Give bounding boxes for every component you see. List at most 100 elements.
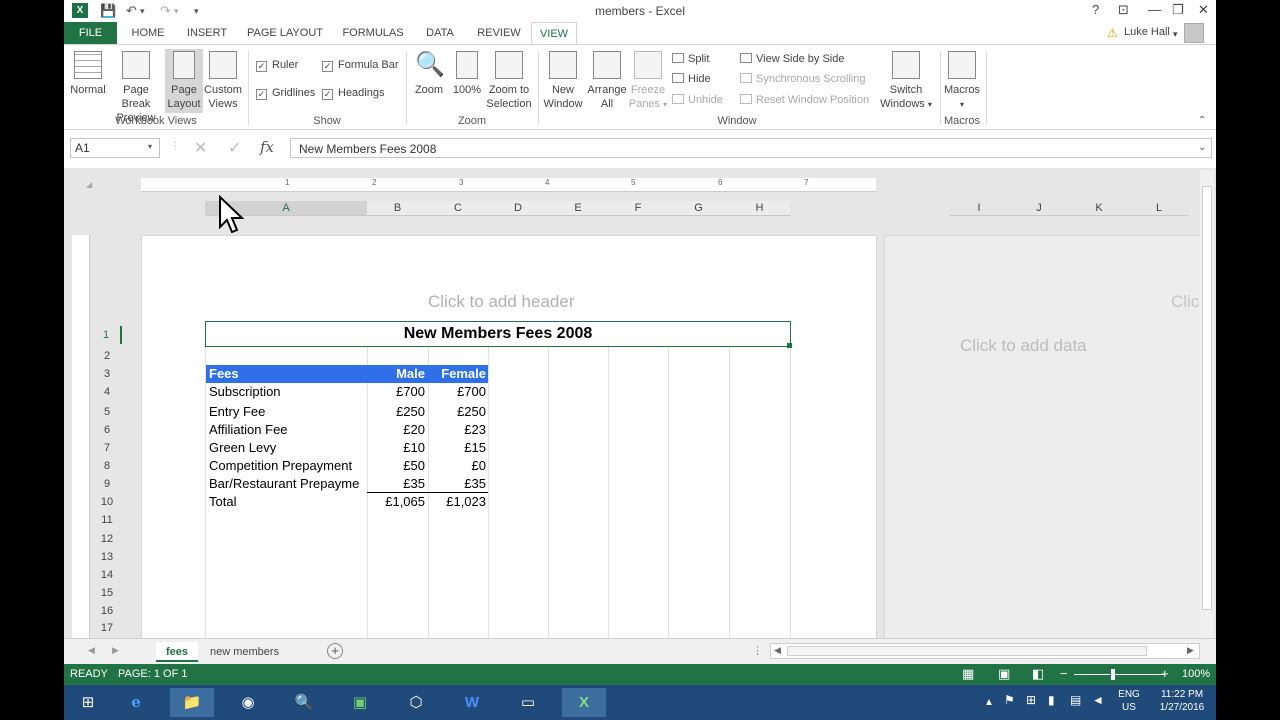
- sheet-tab-fees[interactable]: fees: [156, 642, 199, 662]
- female-fee-cell[interactable]: £15: [428, 439, 486, 457]
- language-indicator[interactable]: ENG US: [1114, 688, 1144, 714]
- scroll-right-icon[interactable]: ▶: [1187, 645, 1194, 656]
- next-sheet-icon[interactable]: ▶: [112, 645, 119, 656]
- macros-button[interactable]: Macros ▾: [942, 51, 982, 113]
- arrange-all-button[interactable]: Arrange All: [584, 51, 630, 113]
- avatar[interactable]: [1184, 23, 1204, 43]
- tray-app-icon[interactable]: ⊞: [1026, 694, 1036, 707]
- horizontal-scrollbar[interactable]: ◀ ▶: [770, 643, 1200, 659]
- male-fee-cell[interactable]: £20: [367, 421, 425, 439]
- name-box-dropdown-icon[interactable]: ▾: [148, 142, 152, 151]
- zoom-to-selection-button[interactable]: Zoom to Selection: [484, 51, 534, 113]
- column-header-i[interactable]: I: [949, 201, 1009, 216]
- female-fee-cell[interactable]: £0: [428, 457, 486, 475]
- freeze-panes-button[interactable]: Freeze Panes ▾: [628, 51, 668, 113]
- column-header-f[interactable]: F: [608, 201, 668, 216]
- row-header-9[interactable]: 9: [92, 475, 122, 493]
- page-break-status-icon[interactable]: ◧: [1032, 666, 1044, 682]
- internet-explorer-icon[interactable]: e: [114, 688, 158, 717]
- reset-window-position-button[interactable]: Reset Window Position: [740, 94, 869, 106]
- sheet-tab-new-members[interactable]: new members: [200, 642, 289, 662]
- new-window-button[interactable]: New Window: [540, 51, 586, 113]
- male-fee-cell[interactable]: £50: [367, 457, 425, 475]
- column-header-b[interactable]: B: [367, 201, 428, 216]
- page-layout-status-icon[interactable]: ▣: [998, 666, 1010, 682]
- word-icon[interactable]: W: [450, 688, 494, 717]
- column-header-h[interactable]: H: [729, 201, 790, 216]
- tray-expand-icon[interactable]: ▲: [984, 696, 994, 709]
- row-header-11[interactable]: 11: [92, 511, 122, 529]
- collapse-ribbon-icon[interactable]: ⌃: [1198, 115, 1206, 126]
- python-icon[interactable]: ⬡: [394, 688, 438, 717]
- row-header-16[interactable]: 16: [92, 602, 122, 620]
- restore-button[interactable]: ❐: [1172, 2, 1184, 18]
- fee-name-cell[interactable]: Entry Fee: [209, 403, 367, 421]
- insert-function-icon[interactable]: fx: [260, 138, 274, 156]
- zoom-button[interactable]: 🔍 Zoom: [410, 51, 448, 113]
- scroll-left-icon[interactable]: ◀: [774, 645, 781, 656]
- row-header-10[interactable]: 10: [92, 493, 122, 511]
- tab-insert[interactable]: INSERT: [182, 22, 232, 44]
- header-placeholder-right[interactable]: Clic: [1171, 292, 1199, 312]
- hide-button[interactable]: Hide: [672, 73, 711, 85]
- fill-handle[interactable]: [787, 343, 792, 348]
- female-fee-cell[interactable]: £35: [428, 475, 486, 493]
- add-sheet-icon[interactable]: +: [327, 643, 343, 659]
- formula-input[interactable]: New Members Fees 2008: [290, 138, 1212, 158]
- male-fee-cell[interactable]: £10: [367, 439, 425, 457]
- view-side-by-side-button[interactable]: View Side by Side: [740, 53, 844, 65]
- row-header-6[interactable]: 6: [92, 421, 122, 439]
- help-button[interactable]: ?: [1092, 2, 1099, 17]
- formula-bar-checkbox[interactable]: ✓ Formula Bar: [322, 59, 399, 72]
- volume-icon[interactable]: ◄: [1092, 694, 1104, 707]
- excel-taskbar-icon[interactable]: X: [562, 688, 606, 717]
- fee-name-cell[interactable]: Competition Prepayment: [209, 457, 367, 475]
- expand-formula-bar-icon[interactable]: ⌄: [1198, 142, 1206, 153]
- female-total-cell[interactable]: £1,023: [428, 493, 486, 511]
- chrome-icon[interactable]: ◉: [226, 688, 270, 717]
- row-header-4[interactable]: 4: [92, 383, 122, 401]
- fee-name-cell[interactable]: Green Levy: [209, 439, 367, 457]
- column-header-l[interactable]: L: [1129, 201, 1189, 216]
- tab-page-layout[interactable]: PAGE LAYOUT: [244, 22, 326, 44]
- column-header-g[interactable]: G: [668, 201, 729, 216]
- page-break-preview-button[interactable]: Page Break Preview: [108, 51, 164, 124]
- zoom-out-icon[interactable]: −: [1060, 666, 1068, 681]
- female-fee-cell[interactable]: £23: [428, 421, 486, 439]
- network-icon[interactable]: ▤: [1070, 694, 1081, 707]
- row-header-8[interactable]: 8: [92, 457, 122, 475]
- tab-review[interactable]: REVIEW: [474, 22, 524, 44]
- tab-home[interactable]: HOME: [126, 22, 170, 44]
- tab-view[interactable]: VIEW: [531, 22, 577, 44]
- tab-formulas[interactable]: FORMULAS: [338, 22, 408, 44]
- normal-view-status-icon[interactable]: ▦: [962, 666, 974, 682]
- headings-checkbox[interactable]: ✓ Headings: [322, 87, 384, 100]
- close-button[interactable]: ✕: [1198, 2, 1209, 18]
- row-header-17[interactable]: 17: [92, 619, 122, 637]
- column-header-d[interactable]: D: [488, 201, 548, 216]
- tab-file[interactable]: FILE: [64, 22, 117, 44]
- search-magnifier-icon[interactable]: 🔍: [282, 688, 326, 717]
- prev-sheet-icon[interactable]: ◀: [88, 645, 95, 656]
- column-header-c[interactable]: C: [428, 201, 488, 216]
- table-header-female[interactable]: Female: [428, 365, 486, 383]
- column-header-k[interactable]: K: [1069, 201, 1129, 216]
- zoom-100-button[interactable]: 100%: [450, 51, 484, 113]
- enter-icon[interactable]: ✓: [228, 138, 241, 158]
- data-placeholder[interactable]: Click to add data: [960, 336, 1087, 356]
- row-header-1[interactable]: 1: [92, 326, 122, 344]
- row-header-7[interactable]: 7: [92, 439, 122, 457]
- table-header-fees[interactable]: Fees: [209, 365, 364, 383]
- windows-start-icon[interactable]: ⊞: [66, 688, 110, 717]
- male-fee-cell[interactable]: £250: [367, 403, 425, 421]
- row-header-5[interactable]: 5: [92, 403, 122, 421]
- male-fee-cell[interactable]: £700: [367, 383, 425, 401]
- column-header-e[interactable]: E: [548, 201, 608, 216]
- minimize-button[interactable]: —: [1148, 2, 1161, 17]
- total-label-cell[interactable]: Total: [209, 493, 367, 511]
- male-total-cell[interactable]: £1,065: [367, 493, 425, 511]
- unhide-button[interactable]: Unhide: [672, 94, 723, 106]
- row-header-13[interactable]: 13: [92, 548, 122, 566]
- row-header-3[interactable]: 3: [92, 365, 122, 383]
- fee-name-cell[interactable]: Bar/Restaurant Prepayme: [209, 475, 367, 493]
